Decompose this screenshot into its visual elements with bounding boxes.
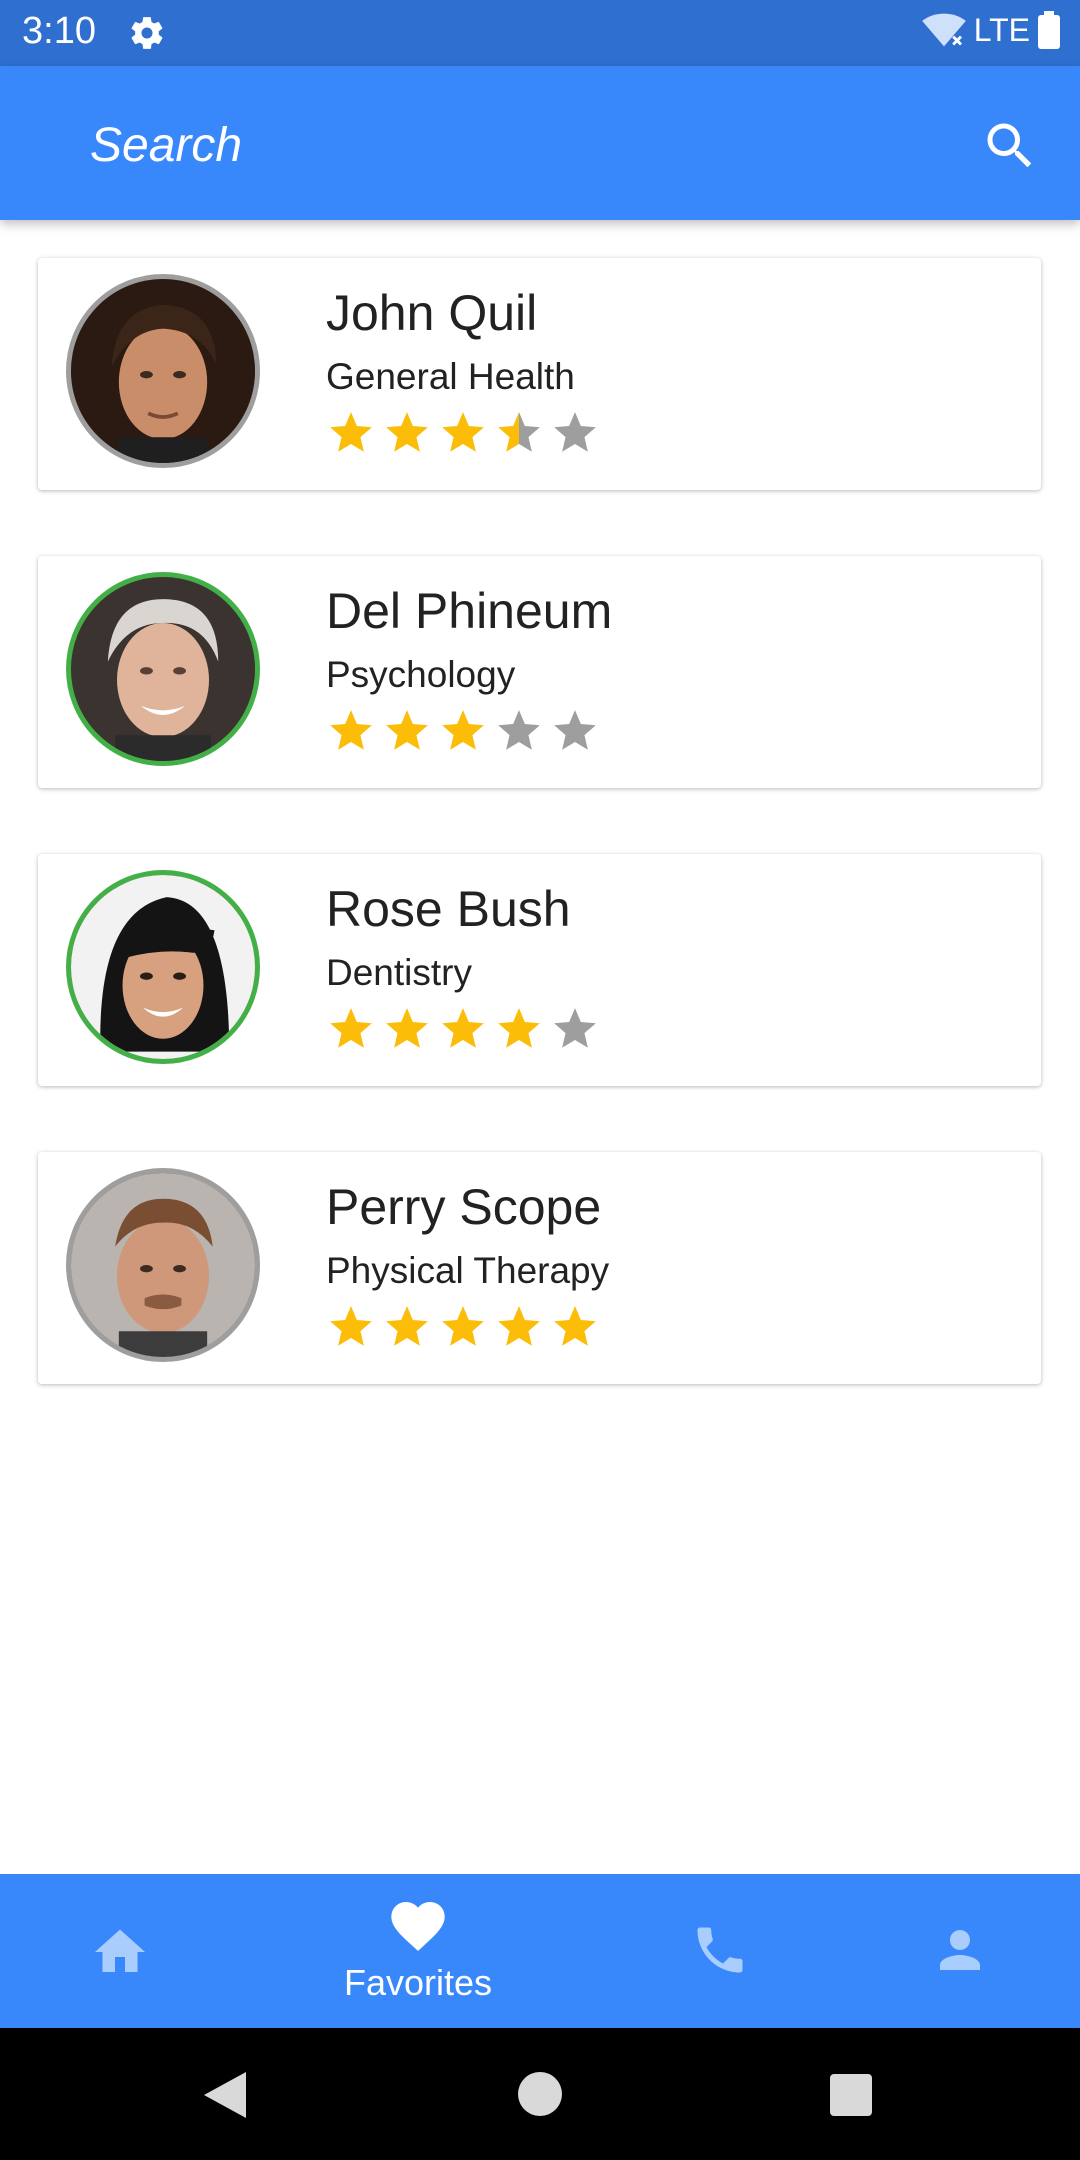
star-filled-icon [330, 1306, 372, 1346]
doctor-card[interactable]: Rose Bush Dentistry [38, 854, 1041, 1086]
nav-home[interactable] [30, 1874, 210, 2028]
nav-favorites[interactable]: Favorites [328, 1874, 508, 2028]
search-button[interactable] [980, 116, 1040, 176]
status-bar: 3:10 LTE [0, 0, 1080, 66]
star-empty-icon [554, 710, 596, 750]
doctor-card[interactable]: John Quil General Health [38, 258, 1041, 490]
avatar [66, 274, 260, 468]
app-bar [0, 66, 1080, 220]
person-icon [940, 1930, 980, 1970]
rating-stars [326, 706, 600, 756]
nav-profile[interactable] [870, 1874, 1050, 2028]
doctor-card[interactable]: Del Phineum Psychology [38, 556, 1041, 788]
heart-icon [391, 1902, 445, 1951]
star-empty-icon [554, 1008, 596, 1048]
doctor-name: Perry Scope [326, 1179, 602, 1235]
star-filled-icon [330, 412, 372, 452]
wifi-off-icon [921, 13, 966, 47]
system-nav-bar [0, 2028, 1080, 2160]
star-filled-icon [386, 1306, 428, 1346]
star-empty-icon [498, 710, 540, 750]
battery-icon [1038, 11, 1060, 49]
doctor-specialty: Psychology [326, 654, 516, 695]
star-half-icon [498, 412, 540, 452]
star-filled-icon [386, 710, 428, 750]
star-empty-icon [554, 412, 596, 452]
avatar-photo [71, 875, 255, 1059]
doctor-specialty: Physical Therapy [326, 1250, 610, 1291]
doctor-specialty: General Health [326, 356, 575, 397]
star-filled-icon [386, 1008, 428, 1048]
status-time: 3:10 [22, 10, 96, 52]
star-filled-icon [498, 1008, 540, 1048]
doctor-name: Del Phineum [326, 583, 613, 639]
avatar-photo [71, 279, 255, 463]
phone-icon [697, 1927, 743, 1973]
nav-label: Favorites [343, 1962, 493, 2003]
star-filled-icon [498, 1306, 540, 1346]
rating-stars [326, 1004, 600, 1054]
search-input[interactable] [88, 112, 892, 178]
avatar [66, 1168, 260, 1362]
status-indicators: LTE [921, 10, 1060, 50]
back-icon[interactable] [204, 2072, 248, 2118]
bottom-navigation: Favorites [0, 1874, 1080, 2028]
network-type: LTE [973, 11, 1030, 48]
star-filled-icon [442, 710, 484, 750]
star-filled-icon [442, 412, 484, 452]
star-filled-icon [386, 412, 428, 452]
star-filled-icon [442, 1306, 484, 1346]
recents-square-icon[interactable] [830, 2074, 872, 2116]
gear-icon [131, 17, 163, 49]
star-filled-icon [330, 710, 372, 750]
doctor-name: John Quil [326, 285, 538, 341]
doctor-name: Rose Bush [326, 881, 571, 937]
home-circle-icon[interactable] [518, 2072, 562, 2116]
rating-stars [326, 1302, 600, 1352]
star-filled-icon [442, 1008, 484, 1048]
avatar-photo [71, 1173, 255, 1357]
rating-stars [326, 408, 600, 458]
avatar-photo [71, 577, 255, 761]
doctor-card[interactable]: Perry Scope Physical Therapy [38, 1152, 1041, 1384]
doctor-specialty: Dentistry [326, 952, 472, 993]
search-icon [987, 123, 1032, 168]
nav-phone[interactable] [630, 1874, 810, 2028]
avatar [66, 572, 260, 766]
home-icon [95, 1929, 145, 1972]
star-filled-icon [330, 1008, 372, 1048]
avatar [66, 870, 260, 1064]
star-filled-icon [554, 1306, 596, 1346]
